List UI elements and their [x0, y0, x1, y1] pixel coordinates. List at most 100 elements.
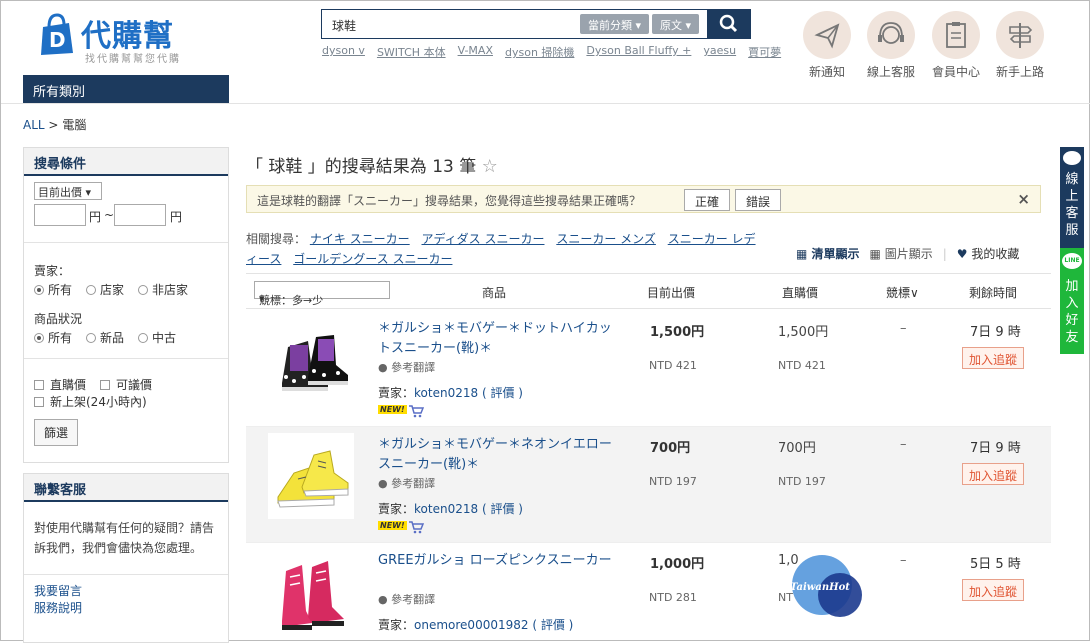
- site-logo[interactable]: D 代購幫 找代購幫幫您代購: [35, 9, 195, 65]
- hot-keyword[interactable]: dyson v: [322, 44, 365, 60]
- col-bids[interactable]: 競標∨: [886, 284, 919, 301]
- breadcrumb-root[interactable]: ALL: [23, 118, 45, 132]
- product-image[interactable]: [268, 549, 354, 635]
- seller-rating-link[interactable]: ( 評價 ): [482, 386, 523, 400]
- globe-icon: ●: [378, 593, 388, 606]
- seller-option-all[interactable]: 所有: [34, 281, 72, 298]
- product-title-link[interactable]: ＊ガルショ＊モバゲー＊ネオンイエロースニーカー(靴)＊: [378, 435, 618, 475]
- header-divider: [1, 103, 1090, 104]
- hot-keyword[interactable]: yaesu: [703, 44, 736, 60]
- seller-label: 賣家：: [34, 264, 71, 278]
- divider: [24, 358, 228, 359]
- star-icon[interactable]: ☆: [482, 156, 498, 177]
- search-button[interactable]: [707, 9, 751, 39]
- hot-keyword[interactable]: dyson 掃除機: [505, 44, 574, 60]
- view-switcher: ▦ 清單顯示 ▦ 圖片顯示 | ♥ 我的收藏: [796, 245, 1019, 262]
- seller-option-nonstore[interactable]: 非店家: [138, 281, 188, 298]
- wrong-button[interactable]: 錯誤: [735, 189, 782, 211]
- product-image[interactable]: [268, 433, 354, 519]
- reference-translation[interactable]: ● 參考翻譯: [378, 591, 435, 607]
- remaining-time: 7日 9 時: [970, 441, 1021, 456]
- hot-keyword[interactable]: Dyson Ball Fluffy +: [586, 44, 691, 60]
- condition-option-label: 中古: [152, 331, 177, 345]
- related-link[interactable]: ゴールデングース スニーカー: [293, 252, 452, 266]
- product-title-link[interactable]: ＊ガルショ＊モバゲー＊ドットハイカットスニーカー(靴)＊: [378, 319, 618, 359]
- related-link[interactable]: ナイキ スニーカー: [310, 232, 410, 246]
- search-icon: [719, 14, 738, 33]
- search-bar: 球鞋 當前分類 ▾ 原文 ▾: [321, 9, 751, 39]
- buy-now-checkbox[interactable]: 直購價: [34, 376, 86, 393]
- radio-icon: [34, 333, 44, 343]
- seller-option-store[interactable]: 店家: [86, 281, 124, 298]
- search-input[interactable]: 球鞋: [332, 17, 356, 34]
- chat-bubble-icon: [1063, 151, 1081, 165]
- price-max-input[interactable]: [114, 204, 166, 226]
- close-icon[interactable]: ×: [1017, 190, 1030, 208]
- checkbox-icon: [100, 380, 110, 390]
- seller-link[interactable]: koten0218: [414, 502, 478, 516]
- related-link[interactable]: アディダス スニーカー: [422, 232, 545, 246]
- beginner-guide-button[interactable]: 新手上路: [990, 11, 1050, 80]
- globe-icon: ●: [378, 477, 388, 490]
- list-view-button[interactable]: ▦ 清單顯示: [796, 245, 860, 262]
- search-scope-select[interactable]: 當前分類 ▾: [580, 14, 650, 34]
- price-type-select[interactable]: 目前出價 ▾: [34, 182, 102, 200]
- sort-select[interactable]: 競標：多→少 ▾: [254, 281, 390, 307]
- results-title-text: 「 球鞋 」的搜尋結果為 13 筆: [246, 157, 477, 177]
- seller-rating-link[interactable]: ( 評價 ): [532, 618, 573, 632]
- favorites-button[interactable]: ♥ 我的收藏: [957, 245, 1020, 262]
- negotiable-checkbox[interactable]: 可議價: [100, 376, 152, 393]
- leave-message-link[interactable]: 我要留言: [34, 582, 82, 599]
- product-image[interactable]: [268, 317, 354, 403]
- bid-count: –: [900, 553, 907, 568]
- current-price-ntd: NTD 197: [649, 475, 697, 488]
- condition-option-all[interactable]: 所有: [34, 329, 72, 346]
- buynow-price: 1,500円: [778, 325, 829, 340]
- related-link[interactable]: スニーカー メンズ: [556, 232, 656, 246]
- shopping-bag-icon: D: [41, 13, 73, 55]
- hot-keyword[interactable]: V-MAX: [458, 44, 493, 60]
- watermark-text: TaiwanHot: [790, 582, 850, 593]
- cart-icon[interactable]: [408, 404, 424, 418]
- add-tracking-button[interactable]: 加入追蹤: [962, 463, 1025, 485]
- reference-translation[interactable]: ● 參考翻譯: [378, 359, 435, 375]
- yen-unit: 円: [170, 210, 183, 224]
- seller-link[interactable]: koten0218: [414, 386, 478, 400]
- filter-button[interactable]: 篩選: [34, 419, 79, 446]
- condition-option-used[interactable]: 中古: [138, 329, 176, 346]
- grid-view-button[interactable]: ▦ 圖片顯示: [870, 245, 933, 262]
- member-center-label: 會員中心: [931, 65, 980, 79]
- support-button[interactable]: 線上客服: [861, 11, 921, 80]
- current-price: 1,500円: [650, 325, 705, 340]
- bid-count: –: [900, 321, 907, 336]
- all-categories-menu[interactable]: 所有類別: [23, 75, 229, 104]
- price-min-input[interactable]: [34, 204, 86, 226]
- seller-link[interactable]: onemore00001982: [414, 618, 529, 632]
- product-title-link[interactable]: GREEガルショ ローズピンクスニーカー: [378, 551, 618, 571]
- search-lang-select[interactable]: 原文 ▾: [652, 14, 700, 34]
- new-badge: NEW!: [378, 405, 407, 414]
- hot-keyword[interactable]: 賈可夢: [748, 44, 781, 60]
- member-card-icon: [946, 22, 966, 48]
- headset-icon: [878, 22, 904, 44]
- seller-option-label: 非店家: [152, 283, 189, 297]
- add-tracking-button[interactable]: 加入追蹤: [962, 347, 1025, 369]
- seller-option-label: 所有: [48, 283, 73, 297]
- reference-translation[interactable]: ● 參考翻譯: [378, 475, 435, 491]
- seller-info: 賣家：koten0218 ( 評價 ): [378, 384, 523, 401]
- line-icon: LINE: [1062, 253, 1082, 269]
- condition-option-new[interactable]: 新品: [86, 329, 124, 346]
- member-center-button[interactable]: 會員中心: [926, 11, 986, 80]
- correct-button[interactable]: 正確: [684, 189, 731, 211]
- buy-now-label: 直購價: [50, 378, 87, 392]
- radio-icon: [86, 333, 97, 343]
- online-support-tab[interactable]: 線上客服: [1060, 147, 1084, 251]
- seller-rating-link[interactable]: ( 評價 ): [482, 502, 523, 516]
- new-listing-checkbox[interactable]: 新上架(24小時內): [34, 393, 147, 410]
- notifications-button[interactable]: 新通知: [797, 11, 857, 80]
- service-info-link[interactable]: 服務說明: [34, 599, 82, 616]
- hot-keyword[interactable]: SWITCH 本体: [377, 44, 446, 60]
- add-tracking-button[interactable]: 加入追蹤: [962, 579, 1025, 601]
- line-add-friend-tab[interactable]: LINE 加入好友: [1060, 248, 1084, 354]
- cart-icon[interactable]: [408, 520, 424, 534]
